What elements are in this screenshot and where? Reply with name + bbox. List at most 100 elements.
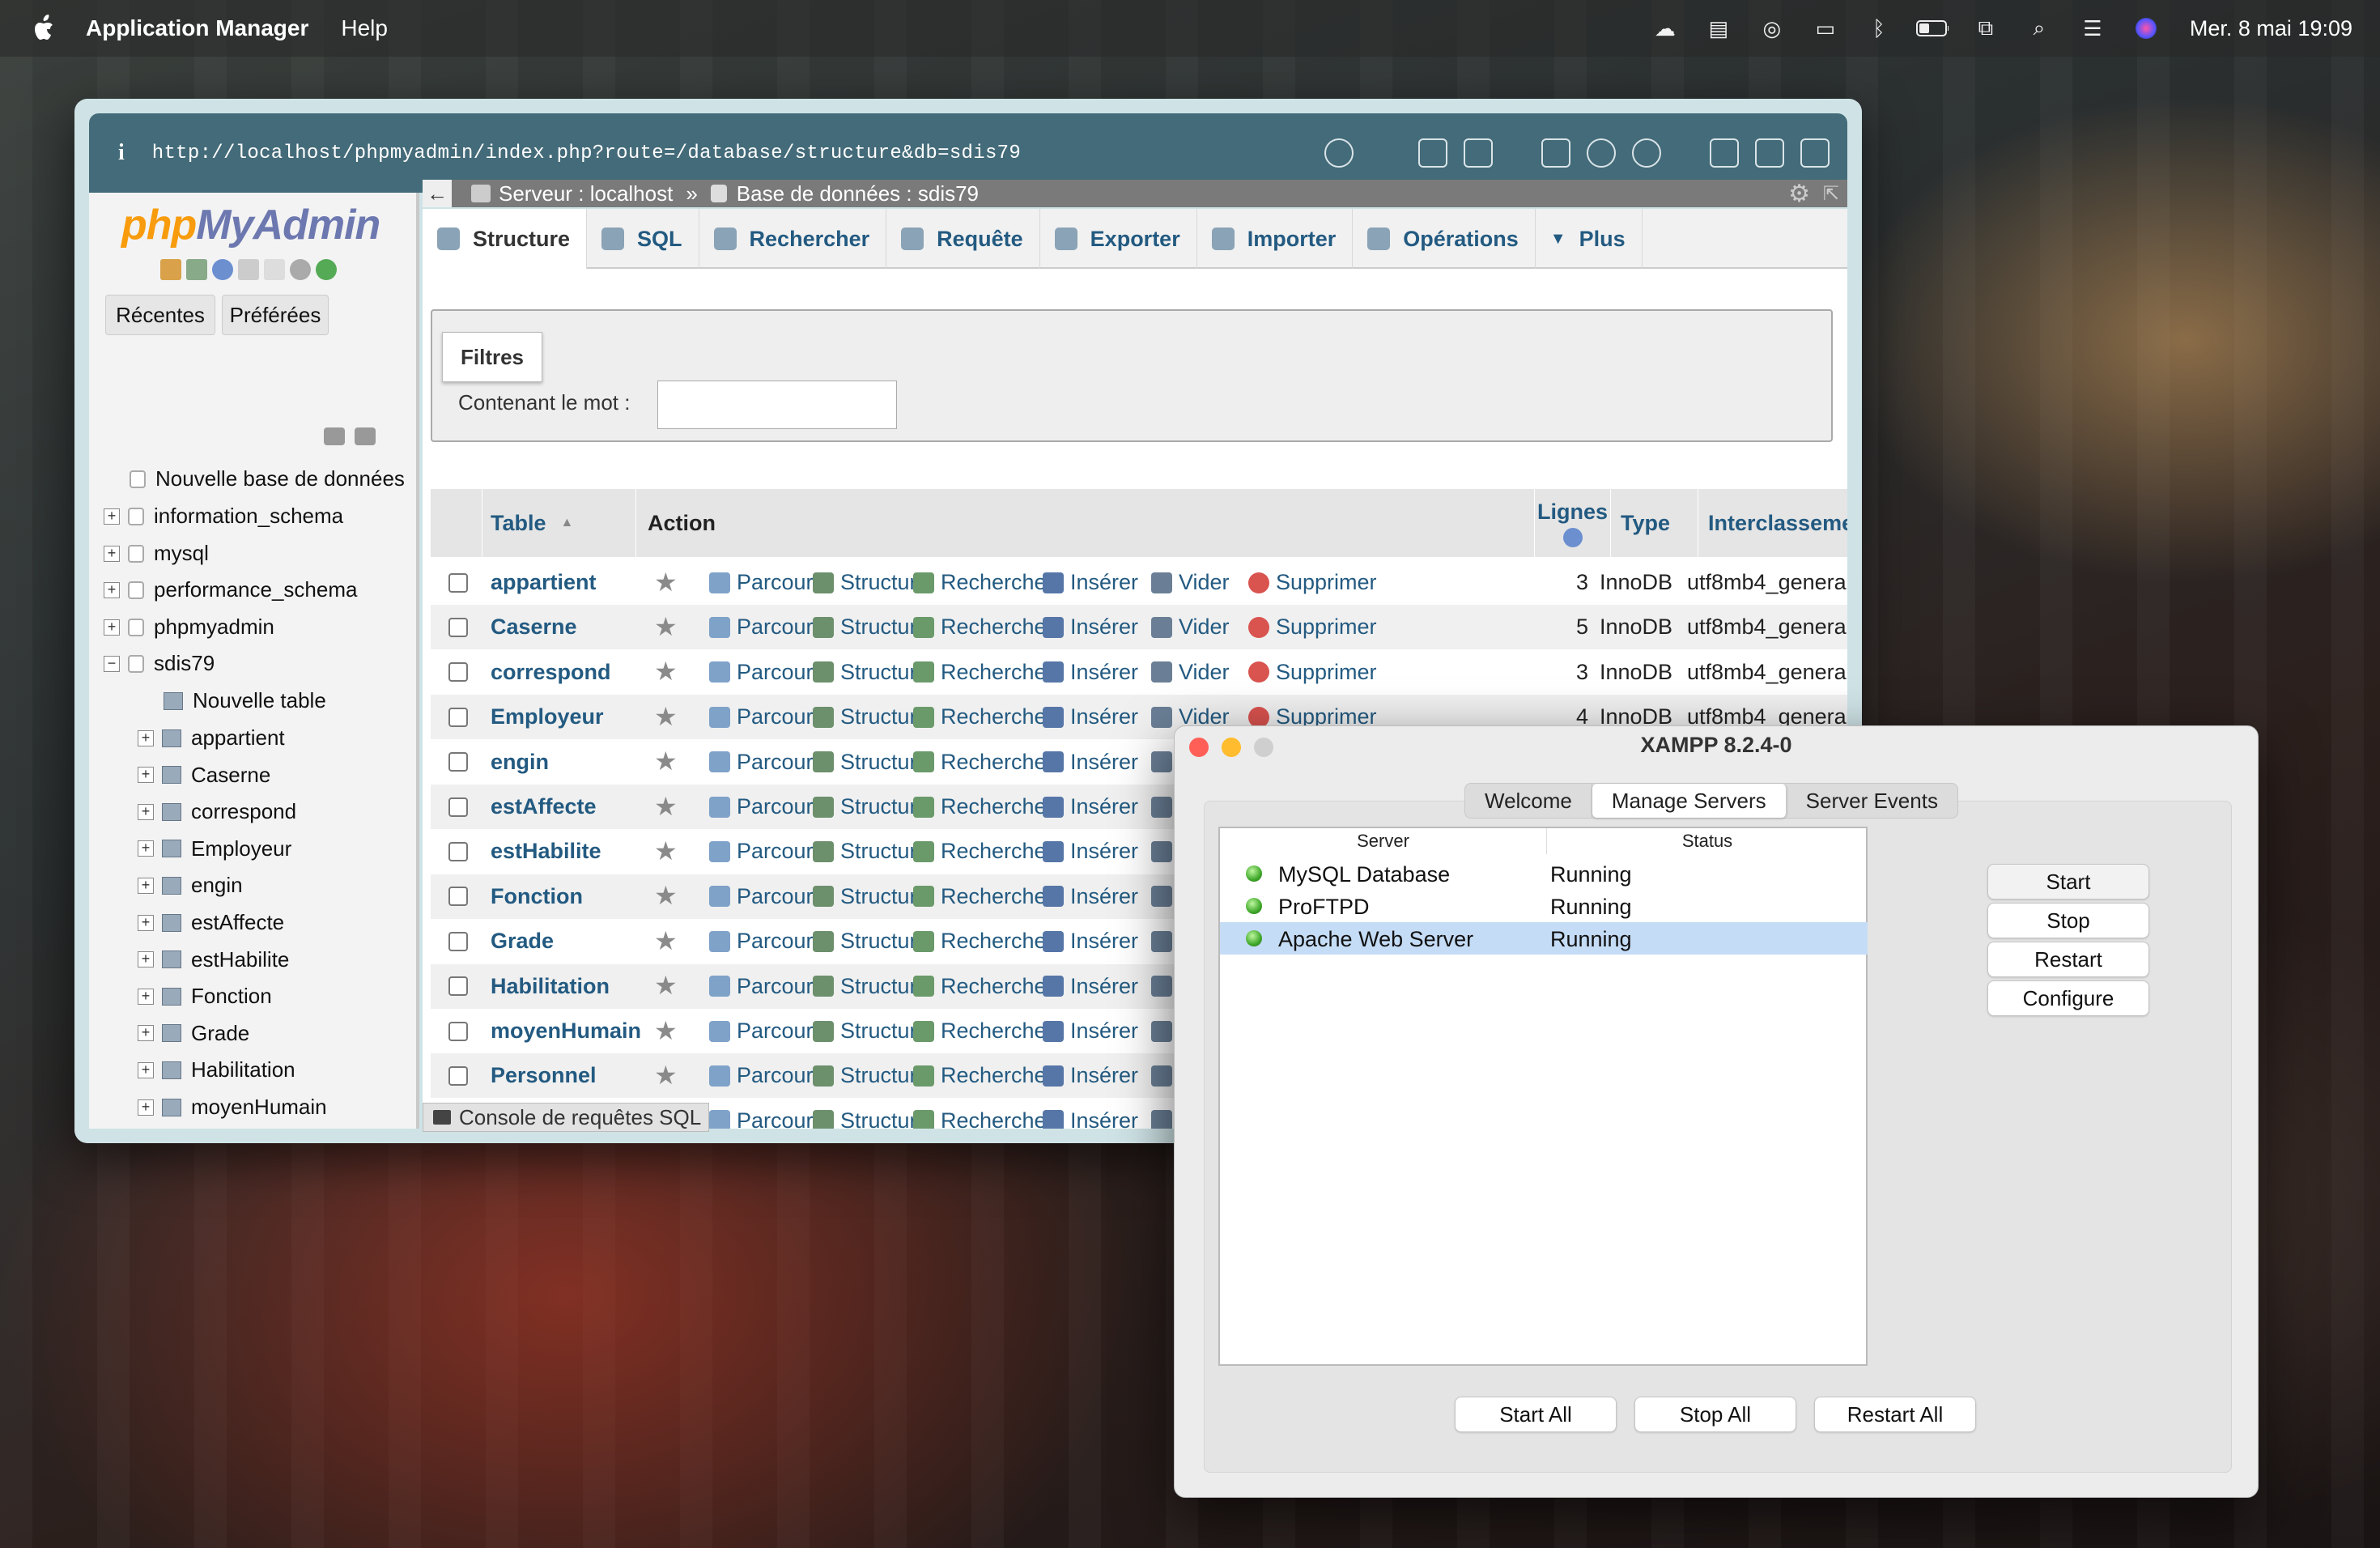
expand-icon[interactable]: + (138, 1099, 154, 1116)
filter-input[interactable] (657, 381, 897, 429)
action-browse[interactable]: Parcourir (709, 1108, 826, 1129)
tree-table[interactable]: + Fonction (138, 984, 272, 1009)
expand-icon[interactable]: + (138, 877, 154, 894)
header-type[interactable]: Type (1611, 489, 1698, 557)
docs-icon[interactable] (238, 259, 259, 280)
table-name-link[interactable]: moyenHumain (491, 1019, 641, 1044)
info-icon[interactable]: i (118, 140, 125, 166)
action-browse[interactable]: Parcourir (709, 839, 826, 864)
help-menu[interactable]: Help (341, 15, 388, 41)
tree-table[interactable]: + appartient (138, 725, 285, 751)
stop-all-button[interactable]: Stop All (1634, 1397, 1796, 1432)
table-name-link[interactable]: Employeur (491, 704, 604, 729)
bluetooth-icon[interactable]: ᛒ (1863, 16, 1895, 40)
tab-welcome[interactable]: Welcome (1465, 784, 1592, 818)
reload-icon[interactable] (316, 259, 337, 280)
collapse-all-icon[interactable] (324, 427, 345, 445)
action-insert[interactable]: Insérer (1043, 750, 1138, 775)
action-insert[interactable]: Insérer (1043, 1019, 1138, 1044)
settings-icon[interactable] (290, 259, 311, 280)
action-insert[interactable]: Insérer (1043, 884, 1138, 909)
favorite-star-icon[interactable]: ★ (654, 569, 680, 596)
favorite-star-icon[interactable]: ★ (654, 614, 680, 640)
action-structure[interactable]: Structure (813, 1063, 929, 1088)
tree-db-information-schema[interactable]: + information_schema (104, 504, 343, 529)
header-rows[interactable]: Lignes (1535, 489, 1611, 557)
settings-icon[interactable]: ⚙ (1788, 180, 1810, 208)
action-drop[interactable]: Supprimer (1248, 660, 1377, 685)
expand-icon[interactable]: + (138, 840, 154, 857)
action-insert[interactable]: Insérer (1043, 1063, 1138, 1088)
action-drop[interactable]: Supprimer (1248, 615, 1377, 640)
server-column-header[interactable]: Server (1220, 828, 1547, 854)
action-insert[interactable]: Insérer (1043, 704, 1138, 729)
apple-icon[interactable] (31, 14, 58, 43)
table-name-link[interactable]: Habilitation (491, 974, 610, 999)
action-browse[interactable]: Parcourir (709, 615, 826, 640)
action-structure[interactable]: Structure (813, 1108, 929, 1129)
tree-db-phpmyadmin[interactable]: + phpmyadmin (104, 615, 274, 640)
sql-console-toggle[interactable]: Console de requêtes SQL (423, 1103, 709, 1132)
tree-table[interactable]: + Employeur (138, 836, 291, 861)
action-search[interactable]: Rechercher (913, 974, 1054, 999)
tree-new-table[interactable]: Nouvelle table (164, 688, 326, 713)
action-empty[interactable]: Vider (1151, 660, 1230, 685)
tab-export[interactable]: Exporter (1040, 209, 1197, 269)
table-name-link[interactable]: Caserne (491, 615, 577, 640)
favorite-star-icon[interactable]: ★ (654, 972, 680, 999)
action-search[interactable]: Rechercher (913, 929, 1054, 954)
favorites-button[interactable]: Préférées (222, 295, 329, 335)
action-structure[interactable]: Structure (813, 929, 929, 954)
siri-icon[interactable] (2130, 16, 2162, 40)
tree-table[interactable]: + Caserne (138, 763, 270, 788)
action-insert[interactable]: Insérer (1043, 1108, 1138, 1129)
collapse-nav-icon[interactable]: ← (423, 180, 452, 207)
favorite-star-icon[interactable]: ★ (654, 838, 680, 865)
airdrop-icon[interactable]: ◎ (1756, 16, 1788, 40)
action-browse[interactable]: Parcourir (709, 1063, 826, 1088)
action-insert[interactable]: Insérer (1043, 615, 1138, 640)
action-browse[interactable]: Parcourir (709, 974, 826, 999)
action-structure[interactable]: Structure (813, 884, 929, 909)
tab-import[interactable]: Importer (1197, 209, 1354, 269)
screen-mirroring-icon[interactable]: ⧉ (1970, 15, 2002, 40)
expand-icon[interactable]: + (138, 951, 154, 968)
table-name-link[interactable]: estHabilite (491, 839, 601, 864)
table-name-link[interactable]: estAffecte (491, 794, 597, 819)
expand-icon[interactable]: + (138, 1061, 154, 1078)
breadcrumb-server[interactable]: Serveur : localhost (499, 181, 673, 206)
action-insert[interactable]: Insérer (1043, 839, 1138, 864)
recent-button[interactable]: Récentes (105, 295, 215, 335)
tab-search[interactable]: Rechercher (699, 209, 887, 269)
header-collation[interactable]: Interclassement (1698, 489, 1847, 557)
action-search[interactable]: Rechercher (913, 1019, 1054, 1044)
favorite-star-icon[interactable]: ★ (654, 704, 680, 730)
row-checkbox[interactable] (448, 707, 468, 727)
table-name-link[interactable]: Personnel (491, 1063, 597, 1088)
expand-icon[interactable]: + (138, 988, 154, 1005)
server-row[interactable]: Apache Web Server Running (1220, 922, 1868, 955)
logout-icon[interactable] (186, 259, 207, 280)
expand-icon[interactable]: + (104, 619, 120, 636)
table-name-link[interactable]: appartient (491, 570, 597, 595)
tree-table[interactable]: + moyenHumain (138, 1095, 327, 1120)
tree-table[interactable]: + Habilitation (138, 1057, 295, 1082)
action-browse[interactable]: Parcourir (709, 660, 826, 685)
action-browse[interactable]: Parcourir (709, 570, 826, 595)
app-name-menu[interactable]: Application Manager (86, 15, 308, 41)
tab-more[interactable]: ▼ Plus (1536, 209, 1643, 269)
link-with-main-icon[interactable] (355, 427, 376, 445)
favorite-star-icon[interactable]: ★ (654, 1018, 680, 1044)
action-drop[interactable]: Supprimer (1248, 570, 1377, 595)
action-insert[interactable]: Insérer (1043, 974, 1138, 999)
row-checkbox[interactable] (448, 572, 468, 593)
action-insert[interactable]: Insérer (1043, 929, 1138, 954)
tree-db-sdis79[interactable]: − sdis79 (104, 651, 215, 676)
action-structure[interactable]: Structure (813, 974, 929, 999)
tree-table[interactable]: + correspond (138, 799, 296, 824)
breadcrumb-database[interactable]: Base de données : sdis79 (737, 181, 979, 206)
action-search[interactable]: Rechercher (913, 750, 1054, 775)
expand-icon[interactable]: + (138, 729, 154, 746)
download-icon[interactable] (1418, 138, 1447, 168)
action-browse[interactable]: Parcourir (709, 750, 826, 775)
